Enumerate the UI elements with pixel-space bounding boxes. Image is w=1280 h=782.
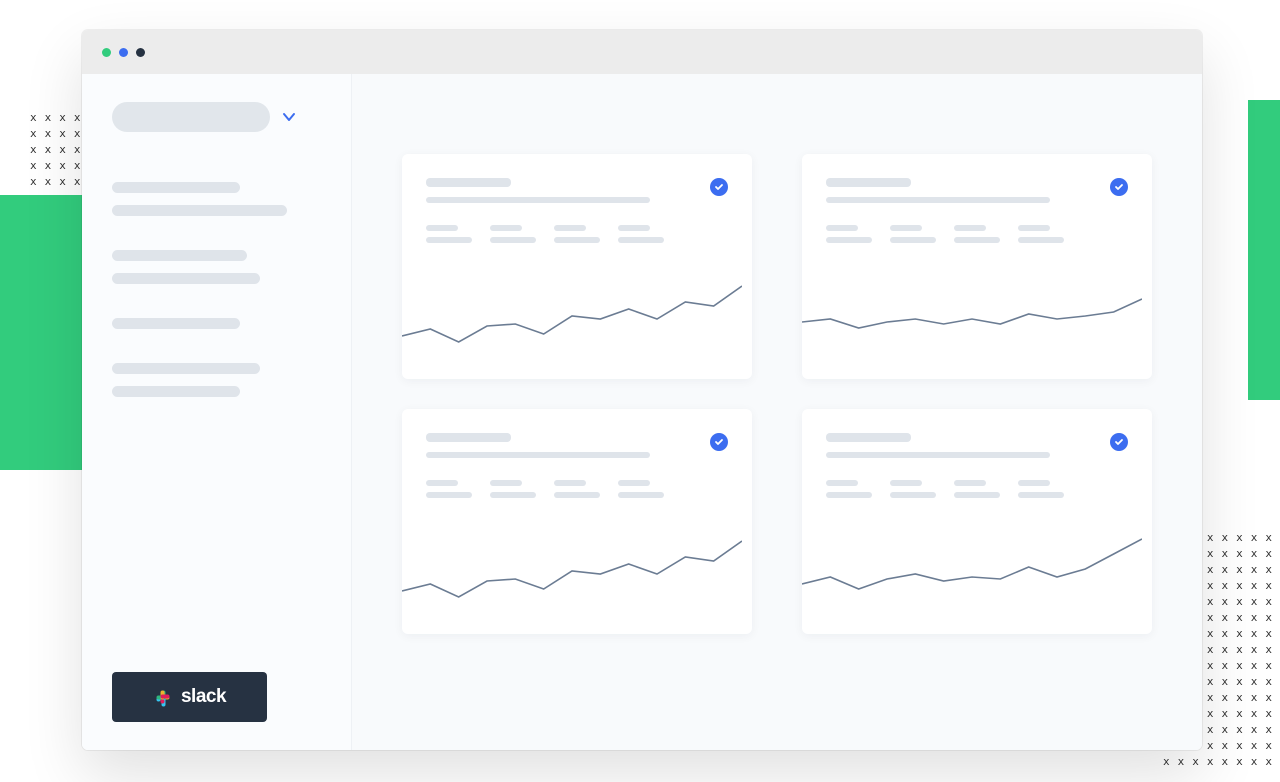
- card-subtitle-placeholder: [426, 197, 650, 203]
- metric-placeholder: [1018, 225, 1064, 243]
- metric-placeholder: [554, 225, 600, 243]
- sparkline-chart: [402, 264, 742, 379]
- card-title-placeholder: [826, 178, 911, 187]
- sidebar: slack: [82, 74, 352, 750]
- placeholder-line: [112, 363, 260, 374]
- placeholder-line: [112, 182, 240, 193]
- card-grid: [402, 154, 1152, 634]
- metric-placeholder: [618, 225, 664, 243]
- metric-placeholder: [954, 225, 1000, 243]
- window-control-dark[interactable]: [136, 48, 145, 57]
- sidebar-item[interactable]: [112, 363, 321, 397]
- chevron-down-icon: [282, 110, 296, 124]
- slack-icon: [153, 687, 173, 707]
- sidebar-item[interactable]: [112, 318, 321, 329]
- app-content: slack: [82, 74, 1202, 750]
- metric-placeholder: [490, 480, 536, 498]
- info-card[interactable]: [402, 409, 752, 634]
- card-title-placeholder: [426, 433, 511, 442]
- metric-placeholder: [1018, 480, 1064, 498]
- dropdown-selected-placeholder: [112, 102, 270, 132]
- slack-button[interactable]: slack: [112, 672, 267, 722]
- info-card[interactable]: [802, 154, 1152, 379]
- placeholder-line: [112, 318, 240, 329]
- placeholder-line: [112, 205, 287, 216]
- metric-placeholder: [426, 225, 472, 243]
- sidebar-item[interactable]: [112, 182, 321, 216]
- info-card[interactable]: [802, 409, 1152, 634]
- check-icon: [1110, 433, 1128, 451]
- check-icon: [710, 178, 728, 196]
- metric-placeholder: [554, 480, 600, 498]
- sidebar-dropdown[interactable]: [112, 102, 321, 132]
- metric-placeholder: [426, 480, 472, 498]
- info-card[interactable]: [402, 154, 752, 379]
- placeholder-line: [112, 386, 240, 397]
- green-accent-strip: [1248, 100, 1280, 400]
- metric-placeholder: [826, 480, 872, 498]
- metric-placeholder: [890, 225, 936, 243]
- metric-placeholder: [618, 480, 664, 498]
- card-title-placeholder: [826, 433, 911, 442]
- card-subtitle-placeholder: [426, 452, 650, 458]
- sidebar-item[interactable]: [112, 250, 321, 284]
- metric-placeholder: [890, 480, 936, 498]
- card-subtitle-placeholder: [826, 452, 1050, 458]
- metric-placeholder: [826, 225, 872, 243]
- window-titlebar: [82, 30, 1202, 74]
- main-area: [352, 74, 1202, 750]
- green-accent-block: [0, 195, 82, 470]
- metric-placeholder: [954, 480, 1000, 498]
- placeholder-line: [112, 250, 247, 261]
- sparkline-chart: [802, 519, 1142, 634]
- browser-window: slack: [82, 30, 1202, 750]
- metric-placeholder: [490, 225, 536, 243]
- slack-label: slack: [181, 686, 226, 708]
- window-control-blue[interactable]: [119, 48, 128, 57]
- window-control-green[interactable]: [102, 48, 111, 57]
- card-subtitle-placeholder: [826, 197, 1050, 203]
- check-icon: [1110, 178, 1128, 196]
- sparkline-chart: [802, 264, 1142, 379]
- card-title-placeholder: [426, 178, 511, 187]
- sparkline-chart: [402, 519, 742, 634]
- check-icon: [710, 433, 728, 451]
- placeholder-line: [112, 273, 260, 284]
